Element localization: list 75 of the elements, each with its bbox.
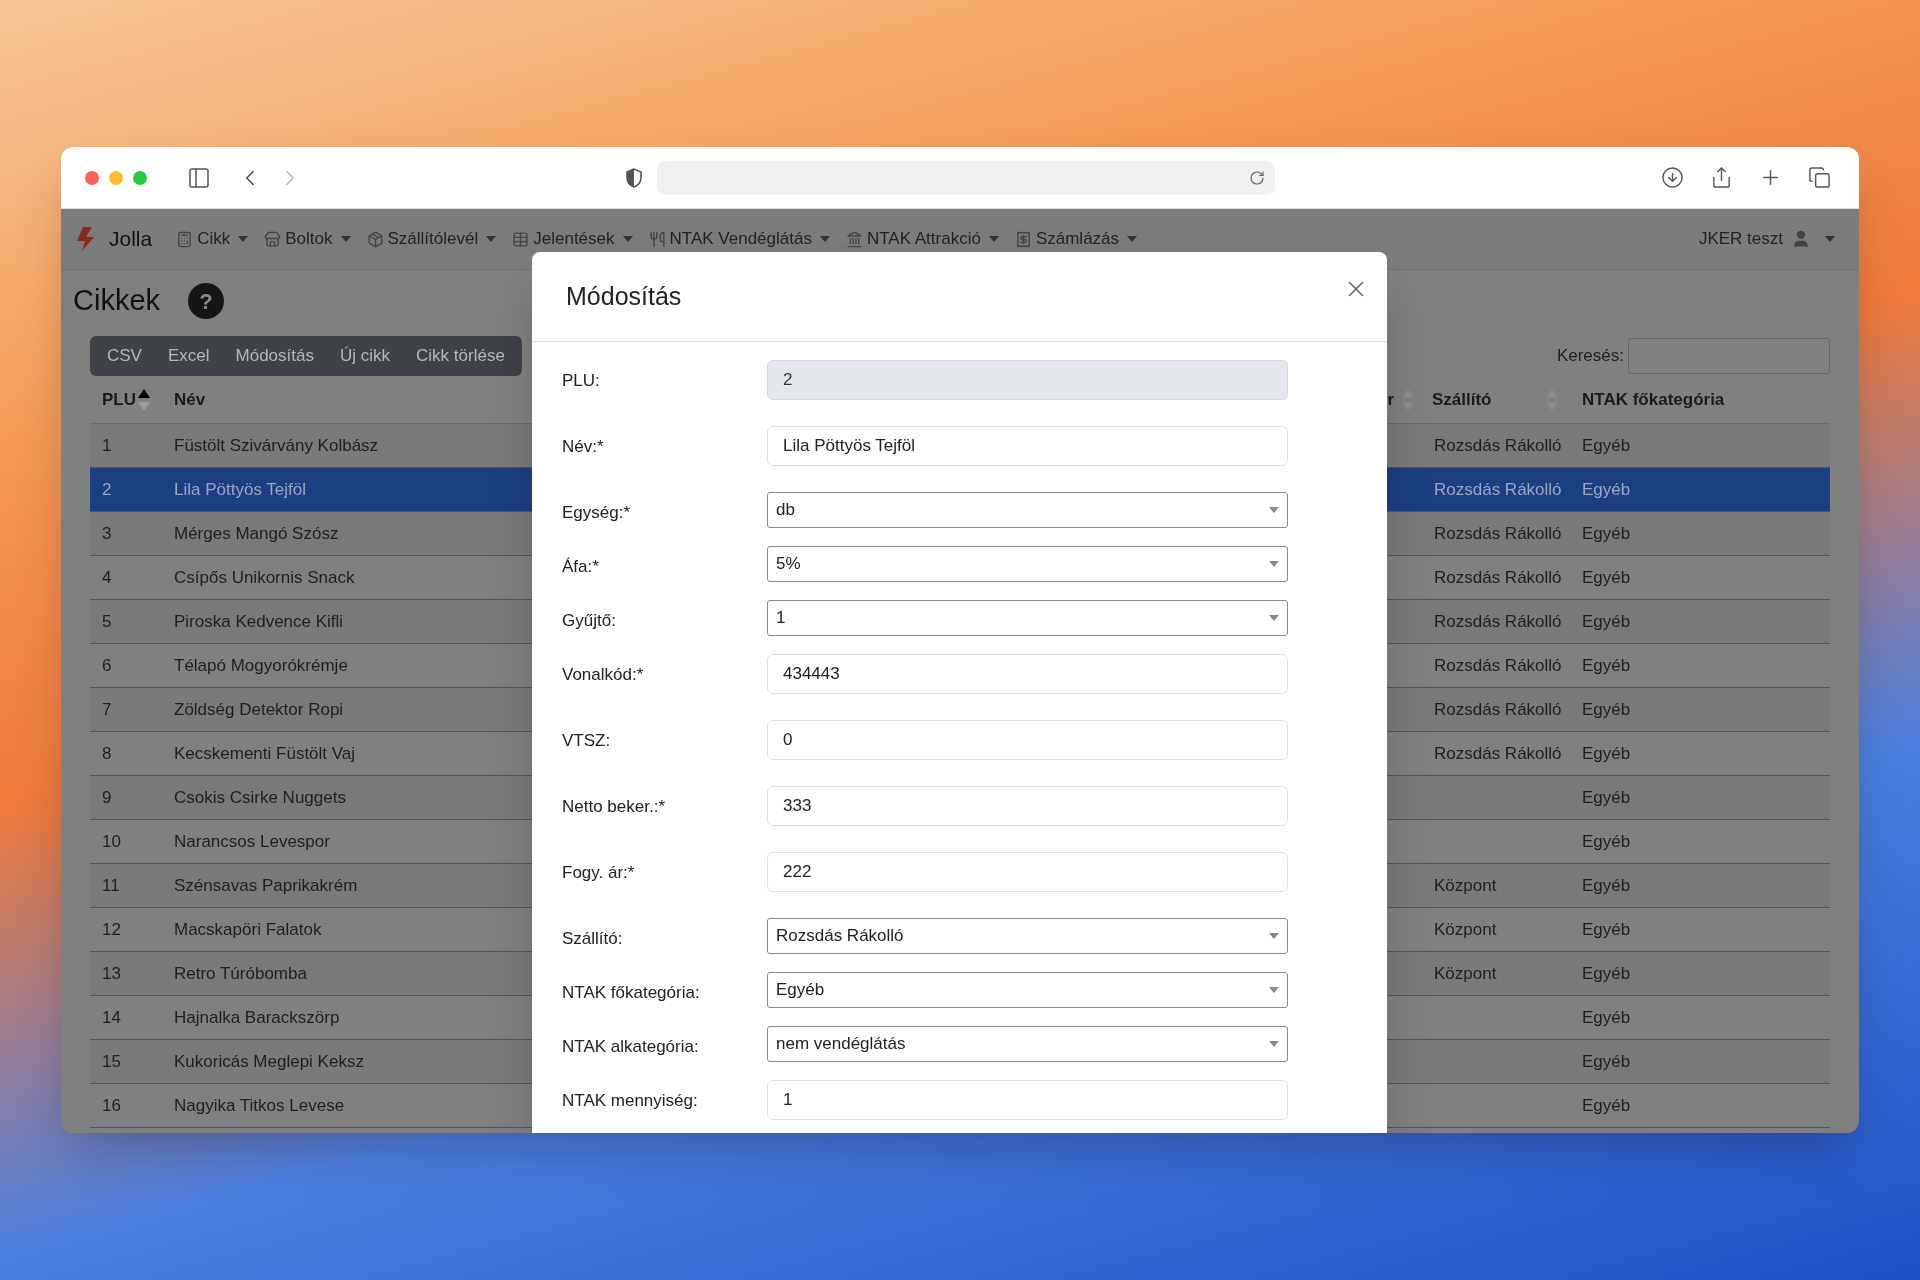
table-cell: Nagyika Titkos Levese	[174, 1095, 345, 1115]
table-cell: Egyéb	[1582, 831, 1631, 851]
field-label: Netto beker.:*	[562, 796, 666, 818]
table-cell: 16	[102, 1095, 121, 1115]
field-label: VTSZ:	[562, 730, 612, 752]
table-cell: 12	[102, 919, 121, 939]
table-cell: Egyéb	[1582, 1051, 1631, 1071]
table-cell: Egyéb	[1582, 963, 1631, 983]
field-label: Szállító:	[562, 928, 624, 950]
table-cell: 9	[102, 787, 112, 807]
table-cell: Egyéb	[1582, 919, 1631, 939]
table-cell: Rozsdás Rákolló	[1434, 479, 1562, 499]
table-cell: 2	[102, 479, 112, 499]
table-cell: Rozsdás Rákolló	[1434, 523, 1562, 543]
table-cell: Rozsdás Rákolló	[1434, 699, 1562, 719]
table-cell: Központ	[1434, 919, 1497, 939]
table-cell: Füstölt Szivárvány Kolbász	[174, 435, 379, 455]
table-cell: Rozsdás Rákolló	[1434, 743, 1562, 763]
table-cell: Egyéb	[1582, 1095, 1631, 1115]
table-cell: 5	[102, 611, 112, 631]
table-cell: Kukoricás Meglepi Keksz	[174, 1051, 364, 1071]
table-cell: 4	[102, 567, 112, 587]
table-cell: Rozsdás Rákolló	[1434, 611, 1562, 631]
page-title: Cikkek	[73, 283, 160, 319]
table-cell: Csokis Csirke Nuggets	[174, 787, 346, 807]
table-cell: Egyéb	[1582, 567, 1631, 587]
table-cell: Egyéb	[1582, 611, 1631, 631]
table-cell: Egyéb	[1582, 699, 1631, 719]
table-cell: Narancsos Levespor	[174, 831, 330, 851]
table-cell: Egyéb	[1582, 875, 1631, 895]
table-cell: Lila Pöttyös Tejföl	[174, 479, 306, 499]
table-cell: Egyéb	[1582, 743, 1631, 763]
table-cell: Macskapöri Falatok	[174, 919, 322, 939]
table-cell: Egyéb	[1582, 1007, 1631, 1027]
table-cell: 3	[102, 523, 112, 543]
table-cell: 14	[102, 1007, 121, 1027]
table-cell: 1	[102, 435, 112, 455]
table-cell: Rozsdás Rákolló	[1434, 567, 1562, 587]
field-label: Áfa:*	[562, 556, 600, 578]
field-label: PLU:	[562, 370, 601, 392]
table-cell: Központ	[1434, 875, 1497, 895]
table-cell: Zöldség Detektor Ropi	[174, 699, 344, 719]
table-cell: Egyéb	[1582, 787, 1631, 807]
table-cell: Piroska Kedvence Kifli	[174, 611, 344, 631]
table-cell: Egyéb	[1582, 655, 1631, 675]
table-cell: Szénsavas Paprikakrém	[174, 875, 358, 895]
table-cell: Egyéb	[1582, 435, 1631, 455]
field-label: NTAK mennyiség:	[562, 1090, 699, 1112]
table-cell: Retro Túróbomba	[174, 963, 307, 983]
table-cell: Hajnalka Barackszörp	[174, 1007, 340, 1027]
field-label: Egység:*	[562, 502, 632, 524]
dialog-title: Módosítás	[566, 280, 682, 312]
field-label: Gyűjtő:	[562, 610, 617, 632]
table-cell: Télapó Mogyorókrémje	[174, 655, 348, 675]
table-cell: Egyéb	[1582, 479, 1631, 499]
table-cell: 11	[102, 875, 120, 895]
table-cell: 10	[102, 831, 121, 851]
field-label: Vonalkód:*	[562, 664, 645, 686]
table-cell: 8	[102, 743, 112, 763]
table-cell: 13	[102, 963, 121, 983]
table-cell: Rozsdás Rákolló	[1434, 435, 1562, 455]
field-label: Név:*	[562, 436, 605, 458]
table-cell: Központ	[1434, 963, 1497, 983]
table-cell: 6	[102, 655, 112, 675]
table-cell: Csípős Unikornis Snack	[174, 567, 355, 587]
field-label: NTAK alkategória:	[562, 1036, 700, 1058]
field-label: NTAK főkategória:	[562, 982, 701, 1004]
table-cell: Kecskementi Füstölt Vaj	[174, 743, 356, 763]
search-label: Keresés:	[1556, 345, 1624, 368]
table-cell: 15	[102, 1051, 121, 1071]
table-cell: Egyéb	[1582, 523, 1631, 543]
field-label: Fogy. ár:*	[562, 862, 636, 884]
table-cell: Mérges Mangó Szósz	[174, 523, 339, 543]
table-cell: Rozsdás Rákolló	[1434, 655, 1562, 675]
table-cell: 7	[102, 699, 112, 719]
